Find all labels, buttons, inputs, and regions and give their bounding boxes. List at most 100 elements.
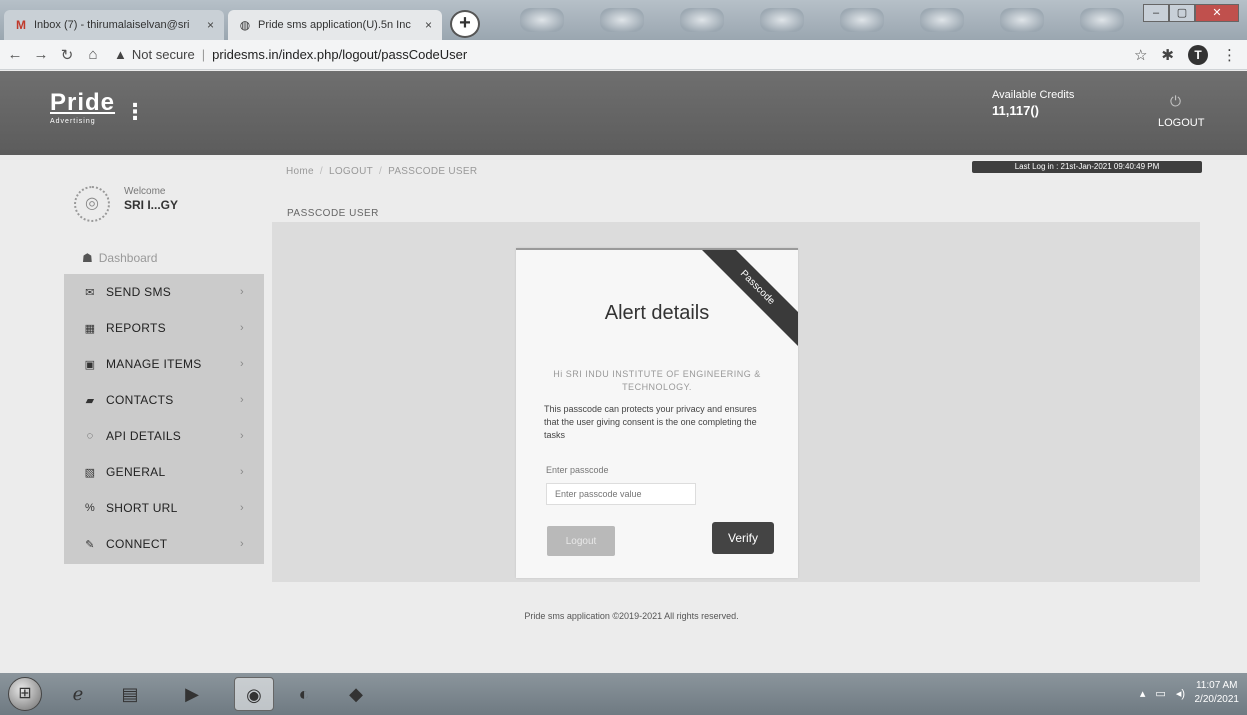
sidebar-item-send-sms[interactable]: ✉ SEND SMS › xyxy=(64,274,264,310)
system-tray: ▴ ▭ ◂) xyxy=(1140,687,1185,700)
sidebar-item-label: SHORT URL xyxy=(106,501,178,515)
page-title: PASSCODE USER xyxy=(287,208,379,219)
image-icon: ▧ xyxy=(84,466,96,479)
tray-arrow-icon[interactable]: ▴ xyxy=(1140,687,1146,700)
taskbar: ⊞ ℯ ▤ ▶ ◉ ◐ ◆ ▴ ▭ ◂) 11:07 AM 2/20/2021 xyxy=(0,673,1247,715)
browser-tab-pride[interactable]: ◍ Pride sms application(U).5n Inc × xyxy=(228,10,442,40)
breadcrumb-separator: / xyxy=(379,166,383,177)
warning-icon: ▲ xyxy=(114,47,127,62)
security-indicator[interactable]: ▲ Not secure xyxy=(114,47,195,62)
network-icon[interactable]: ▭ xyxy=(1155,687,1165,700)
table-icon: ▦ xyxy=(84,322,96,335)
breadcrumb: Home / LOGOUT / PASSCODE USER xyxy=(286,166,477,177)
api-icon: ◌ xyxy=(86,430,94,442)
profile-avatar[interactable]: T xyxy=(1188,45,1208,65)
logo-text: Pride xyxy=(50,89,116,116)
window-controls: – ▢ ✕ xyxy=(1143,4,1239,22)
url-input[interactable]: pridesms.in/index.php/logout/passCodeUse… xyxy=(212,47,467,62)
sidebar-item-label: CONNECT xyxy=(106,537,168,551)
sidebar-menu: ✉ SEND SMS › ▦ REPORTS › ▣ MANAGE ITEMS … xyxy=(64,274,264,564)
sidebar-item-label: CONTACTS xyxy=(106,393,174,407)
minimize-icon[interactable]: – xyxy=(1143,4,1169,22)
ie-icon[interactable]: ℯ xyxy=(58,677,98,711)
sidebar-item-manage-items[interactable]: ▣ MANAGE ITEMS › xyxy=(64,346,264,382)
new-tab-button[interactable]: + xyxy=(450,10,480,38)
sidebar-item-contacts[interactable]: ▰ CONTACTS › xyxy=(64,382,264,418)
chevron-right-icon: › xyxy=(240,286,244,298)
link-icon: % xyxy=(84,502,96,514)
sidebar-item-general[interactable]: ▧ GENERAL › xyxy=(64,454,264,490)
chrome-icon[interactable]: ◉ xyxy=(234,677,274,711)
sidebar-item-label: Dashboard xyxy=(98,251,158,265)
chevron-right-icon: › xyxy=(240,538,244,550)
breadcrumb-home[interactable]: Home xyxy=(286,166,314,177)
window-close-icon[interactable]: ✕ xyxy=(1195,4,1239,22)
firefox-icon[interactable]: ◐ xyxy=(284,677,324,711)
home-icon[interactable]: ⌂ xyxy=(82,46,104,63)
more-menu-icon[interactable]: ⋮ xyxy=(1222,46,1237,64)
sidebar-item-api-details[interactable]: ◌ API DETAILS › xyxy=(64,418,264,454)
url-separator: | xyxy=(201,47,206,62)
tab-shadow xyxy=(920,8,964,32)
sidebar-item-label: API DETAILS xyxy=(106,429,182,443)
passcode-ribbon: Passcode xyxy=(695,250,798,350)
user-name: SRI I...GY xyxy=(124,198,179,212)
footer-text: Pride sms application ©2019-2021 All rig… xyxy=(524,611,739,621)
app-header: Pride Advertising ⋮ Available Credits 11… xyxy=(0,71,1247,155)
close-icon[interactable]: × xyxy=(207,18,214,32)
list-icon: ▣ xyxy=(84,358,96,371)
welcome-block: Welcome SRI I...GY xyxy=(124,186,178,212)
available-credits: Available Credits 11,117() xyxy=(992,89,1074,118)
tab-shadow xyxy=(680,8,724,32)
browser-tabstrip: M Inbox (7) - thirumalaiselvan@sri × ◍ P… xyxy=(0,0,1247,40)
chevron-right-icon: › xyxy=(240,430,244,442)
breadcrumb-logout[interactable]: LOGOUT xyxy=(329,166,373,177)
plug-icon: ✎ xyxy=(85,538,95,551)
menu-toggle-icon[interactable]: ⋮ xyxy=(124,99,146,125)
power-icon[interactable]: ⏻ xyxy=(1170,93,1181,110)
back-icon[interactable]: ← xyxy=(4,46,26,63)
maximize-icon[interactable]: ▢ xyxy=(1169,4,1195,22)
browser-tab-title: Inbox (7) - thirumalaiselvan@sri xyxy=(34,19,190,31)
extensions-icon[interactable]: ✱ xyxy=(1161,46,1174,64)
browser-actions: ☆ ✱ T ⋮ xyxy=(1134,45,1237,65)
sidebar-item-label: REPORTS xyxy=(106,321,166,335)
credits-value: 11,117() xyxy=(992,103,1039,118)
sidebar-item-short-url[interactable]: % SHORT URL › xyxy=(64,490,264,526)
media-player-icon[interactable]: ▶ xyxy=(172,677,212,711)
security-label: Not secure xyxy=(131,47,195,62)
tab-shadow xyxy=(1080,8,1124,32)
browser-tab-inbox[interactable]: M Inbox (7) - thirumalaiselvan@sri × xyxy=(4,10,224,40)
logout-link[interactable]: LOGOUT xyxy=(1158,117,1204,129)
modal-greeting: Hi SRI INDU INSTITUTE OF ENGINEERING & T… xyxy=(553,369,761,392)
chevron-right-icon: › xyxy=(240,466,244,478)
folder-icon[interactable]: ▤ xyxy=(110,677,150,711)
user-avatar: ◎ xyxy=(74,186,110,222)
chevron-right-icon: › xyxy=(240,394,244,406)
close-icon[interactable]: × xyxy=(425,18,432,32)
sidebar-item-label: SEND SMS xyxy=(106,285,172,299)
globe-icon: ◍ xyxy=(239,18,251,32)
browser-tab-title: Pride sms application(U).5n Inc xyxy=(258,19,411,31)
volume-icon[interactable]: ◂) xyxy=(1176,687,1185,700)
forward-icon[interactable]: → xyxy=(30,46,52,63)
start-button[interactable]: ⊞ xyxy=(8,677,42,711)
passcode-input[interactable] xyxy=(546,483,696,505)
star-icon[interactable]: ☆ xyxy=(1134,46,1147,64)
logout-button[interactable]: Logout xyxy=(547,526,615,556)
sidebar-item-reports[interactable]: ▦ REPORTS › xyxy=(64,310,264,346)
verify-button[interactable]: Verify xyxy=(712,522,774,554)
logo[interactable]: Pride Advertising xyxy=(50,89,115,125)
visual-studio-icon[interactable]: ◆ xyxy=(336,677,376,711)
tab-shadow xyxy=(520,8,564,32)
envelope-icon: ✉ xyxy=(85,286,95,299)
tab-shadow xyxy=(1000,8,1044,32)
chevron-right-icon: › xyxy=(240,358,244,370)
taskbar-clock[interactable]: 11:07 AM 2/20/2021 xyxy=(1195,679,1240,707)
book-icon: ▰ xyxy=(85,394,95,407)
sidebar-item-dashboard[interactable]: ☗ Dashboard xyxy=(82,251,157,265)
sidebar-item-connect[interactable]: ✎ CONNECT › xyxy=(64,526,264,562)
modal-description: This passcode can protects your privacy … xyxy=(544,404,757,440)
welcome-label: Welcome xyxy=(124,186,166,197)
reload-icon[interactable]: ↻ xyxy=(56,46,78,64)
